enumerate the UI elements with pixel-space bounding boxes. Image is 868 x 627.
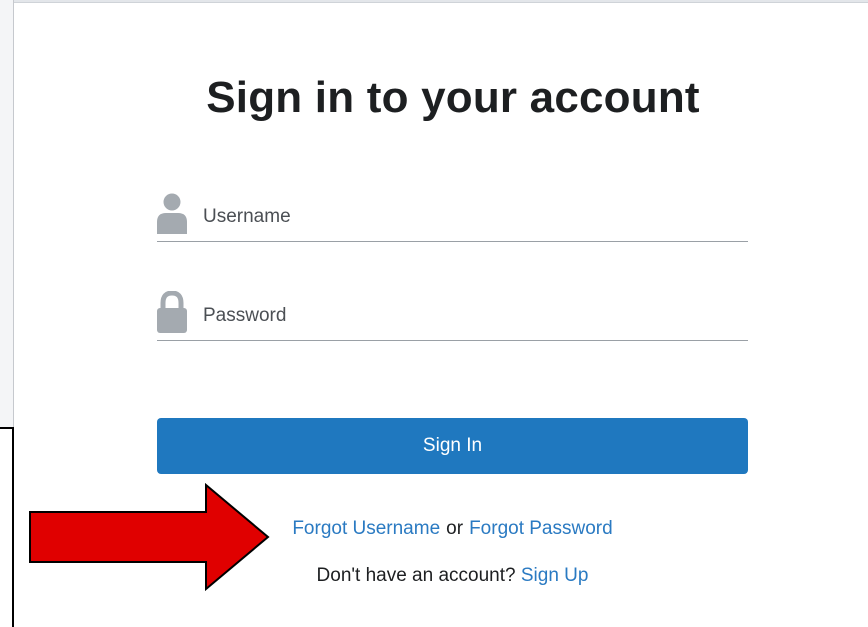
username-input[interactable]	[203, 200, 733, 234]
or-text: or	[446, 518, 464, 539]
forgot-password-link[interactable]: Forgot Password	[469, 518, 613, 539]
password-input[interactable]	[203, 299, 733, 333]
user-icon	[157, 192, 187, 234]
lock-icon	[157, 290, 187, 333]
username-field[interactable]	[157, 192, 748, 242]
red-arrow-icon	[29, 483, 270, 591]
sign-up-link[interactable]: Sign Up	[521, 565, 589, 586]
annotation-box	[0, 427, 14, 627]
sign-in-button[interactable]: Sign In	[157, 418, 748, 474]
forgot-username-link[interactable]: Forgot Username	[292, 518, 440, 539]
page-title: Sign in to your account	[206, 73, 700, 122]
password-field[interactable]	[157, 290, 748, 341]
top-border	[14, 0, 868, 3]
no-account-text: Don't have an account?	[316, 565, 516, 586]
